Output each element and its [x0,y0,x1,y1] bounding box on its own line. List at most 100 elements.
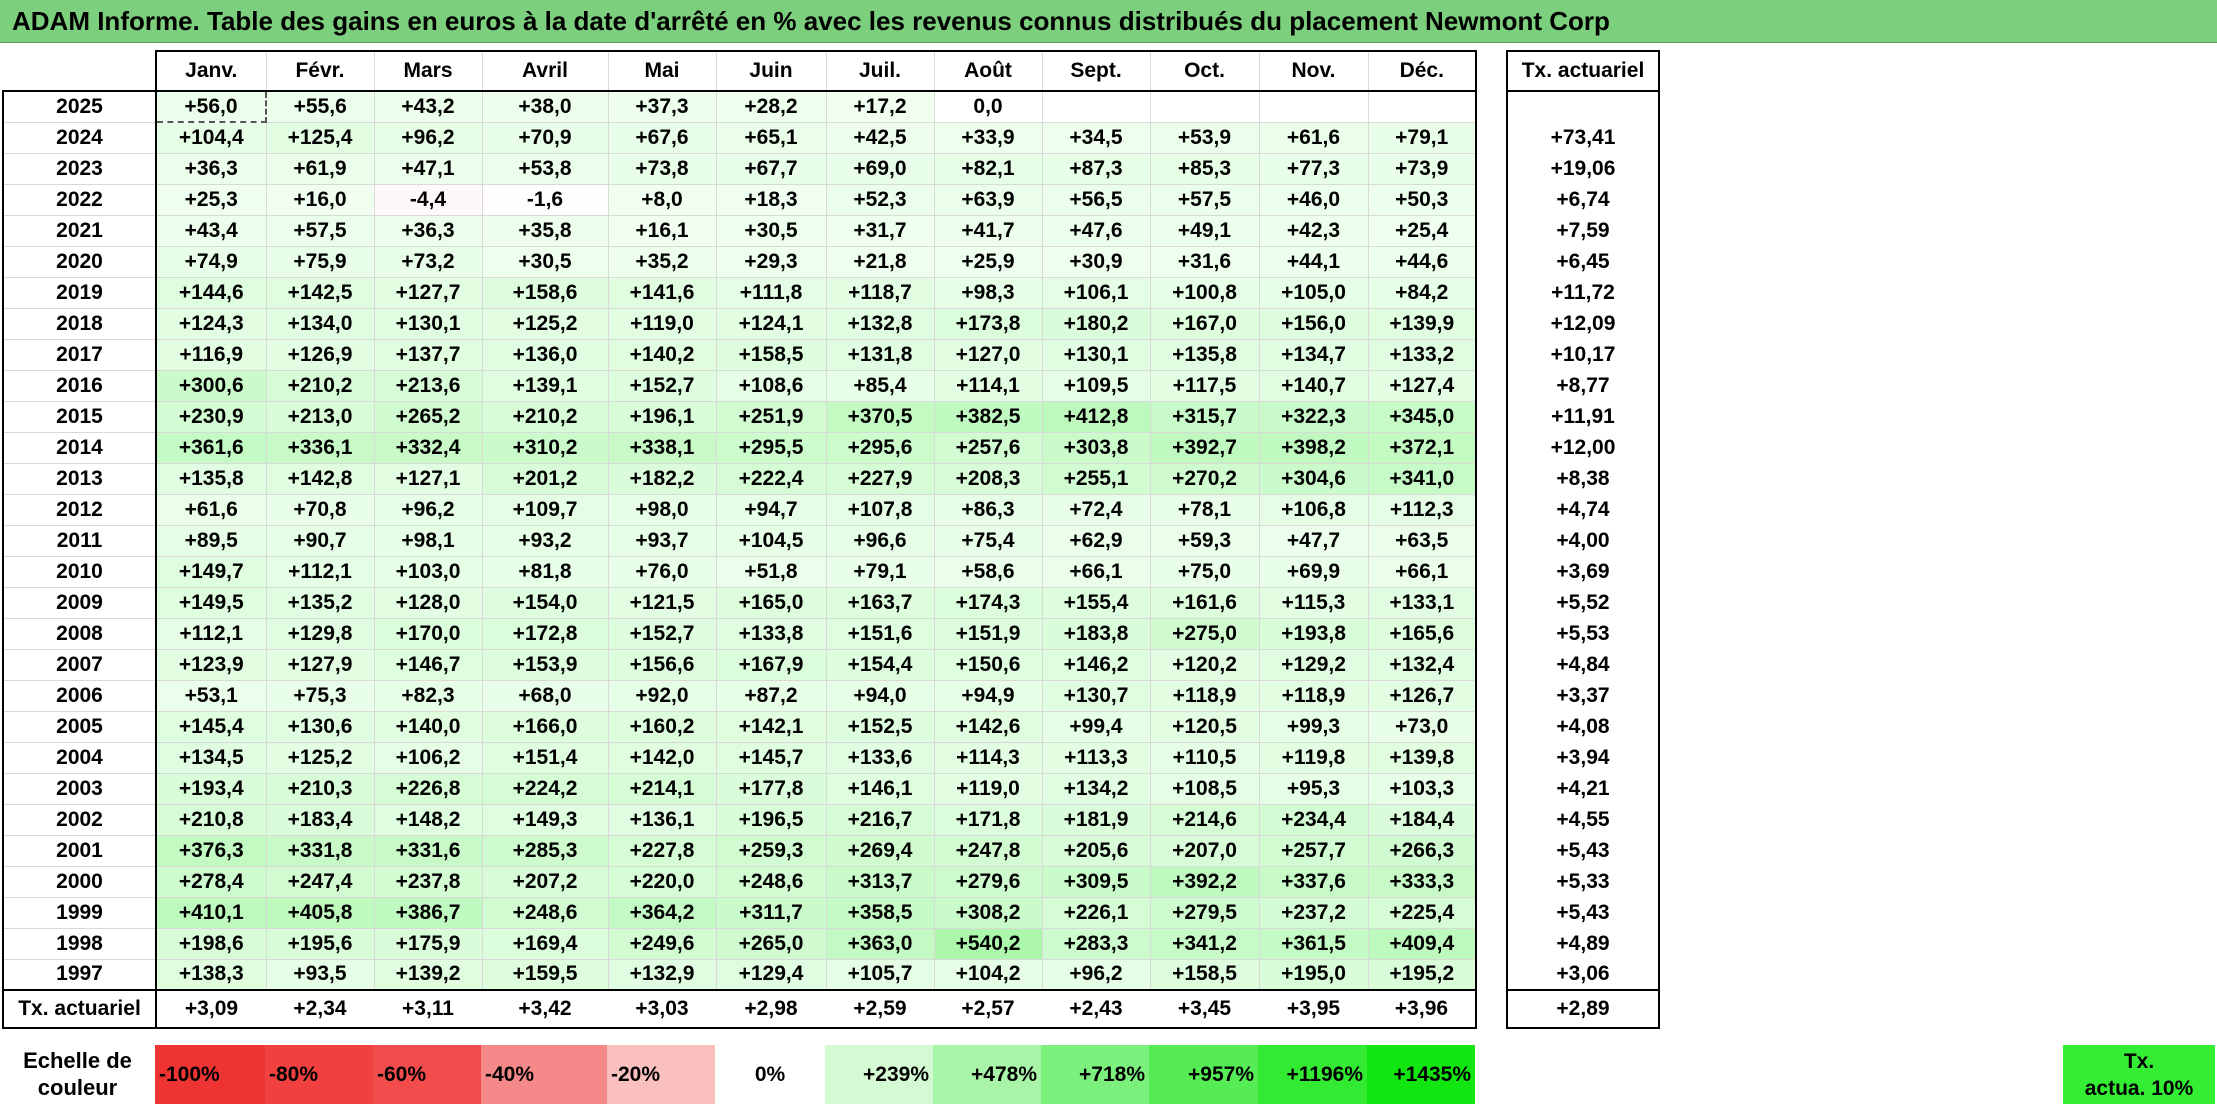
gain-cell: +156,6 [608,649,717,681]
gain-cell: +331,6 [374,835,483,867]
gain-cell: +135,8 [1150,339,1260,371]
column-gap [1476,432,1507,463]
gain-cell: +196,5 [716,804,827,836]
gain-cell: +90,7 [266,525,375,557]
gain-cell: +144,6 [156,277,267,309]
gain-cell: +279,5 [1150,897,1260,929]
header-month: Sept. [1042,50,1151,92]
gain-cell: +154,0 [482,587,609,619]
column-gap [1476,835,1507,866]
column-gap [1476,494,1507,525]
gain-cell: +79,1 [826,556,935,588]
gain-cell: +43,2 [374,91,483,123]
table-row: 2023 +36,3 +61,9 +47,1 +53,8 +73,8 +67,7 +69,0 +… [2,153,1660,185]
gain-cell: +106,1 [1042,277,1151,309]
gain-cell: +195,6 [266,928,375,960]
gain-cell: 0,0 [934,91,1043,123]
gain-cell: +145,4 [156,711,267,743]
gain-cell: +53,1 [156,680,267,712]
gain-cell: +69,9 [1259,556,1369,588]
gain-cell: +108,5 [1150,773,1260,805]
gain-cell: +195,0 [1259,959,1369,991]
table-row: 1999 +410,1 +405,8 +386,7 +248,6 +364,2 +311,7… [2,897,1660,929]
gain-cell: +96,2 [374,122,483,154]
gain-cell: +81,8 [482,556,609,588]
row-year: 1997 [2,959,157,991]
gain-cell: +255,1 [1042,463,1151,495]
gain-cell: +25,4 [1368,215,1477,247]
gain-cell: +103,0 [374,556,483,588]
row-year: 2025 [2,91,157,123]
gain-cell: +269,4 [826,835,935,867]
rate-cell: +3,94 [1506,742,1660,774]
gain-cell: +224,2 [482,773,609,805]
gain-cell: +118,7 [826,277,935,309]
table-row: 2007 +123,9 +127,9 +146,7 +153,9 +156,6 +167,9… [2,649,1660,681]
gain-cell: +136,1 [608,804,717,836]
rate-cell: +4,89 [1506,928,1660,960]
gain-cell: +110,5 [1150,742,1260,774]
column-gap [1476,339,1507,370]
gain-cell: +257,7 [1259,835,1369,867]
gain-cell: +73,8 [608,153,717,185]
page-title: ADAM Informe. Table des gains en euros à… [12,6,1610,36]
gain-cell: +94,7 [716,494,827,526]
gain-cell: +152,7 [608,618,717,650]
row-year: 2019 [2,277,157,309]
gain-cell: +111,8 [716,277,827,309]
table-row: 2021 +43,4 +57,5 +36,3 +35,8 +16,1 +30,5 +31,7 +… [2,215,1660,247]
gain-cell: +139,2 [374,959,483,991]
row-year: 2008 [2,618,157,650]
gain-cell: +198,6 [156,928,267,960]
gain-cell: +304,6 [1259,463,1369,495]
gain-cell: +208,3 [934,463,1043,495]
row-year: 2024 [2,122,157,154]
gain-cell: +63,9 [934,184,1043,216]
row-year: 2021 [2,215,157,247]
gain-cell: +152,7 [608,370,717,402]
gain-cell: +119,8 [1259,742,1369,774]
gain-cell: +336,1 [266,432,375,464]
table-row: 2000 +278,4 +247,4 +237,8 +207,2 +220,0 +248,6… [2,866,1660,898]
gain-cell: +36,3 [374,215,483,247]
gain-cell: +146,2 [1042,649,1151,681]
gain-cell: +134,5 [156,742,267,774]
gain-cell: +113,3 [1042,742,1151,774]
gain-cell: +70,8 [266,494,375,526]
gain-cell: +275,0 [1150,618,1260,650]
row-year: 2005 [2,711,157,743]
gain-cell: +114,3 [934,742,1043,774]
gain-cell: +142,8 [266,463,375,495]
gain-cell: +142,0 [608,742,717,774]
gain-cell: +313,7 [826,866,935,898]
gain-cell: +225,4 [1368,897,1477,929]
color-scale-step: -20% [607,1045,715,1104]
gain-cell: +341,2 [1150,928,1260,960]
table-row: 2010 +149,7 +112,1 +103,0 +81,8 +76,0 +51,8 +79… [2,556,1660,588]
rate-cell: +5,52 [1506,587,1660,619]
gain-cell: +42,3 [1259,215,1369,247]
row-year: 2006 [2,680,157,712]
gain-cell: +140,7 [1259,370,1369,402]
header-month: Oct. [1150,50,1260,92]
gain-cell: +85,4 [826,370,935,402]
header-month: Avril [482,50,609,92]
row-year: 2007 [2,649,157,681]
gain-cell: +49,1 [1150,215,1260,247]
column-gap [1476,308,1507,339]
gain-cell: +66,1 [1368,556,1477,588]
gain-cell: +363,0 [826,928,935,960]
footer-rate-cell: +3,96 [1368,990,1477,1029]
gain-cell: +52,3 [826,184,935,216]
gain-cell: +303,8 [1042,432,1151,464]
gain-cell: +207,0 [1150,835,1260,867]
gain-cell: +382,5 [934,401,1043,433]
gain-cell: +135,8 [156,463,267,495]
gain-cell: +386,7 [374,897,483,929]
gain-cell: +93,2 [482,525,609,557]
gain-cell: +31,6 [1150,246,1260,278]
gain-cell: +196,1 [608,401,717,433]
column-gap [1476,246,1507,277]
gain-cell: +105,7 [826,959,935,991]
gain-cell: +104,5 [716,525,827,557]
